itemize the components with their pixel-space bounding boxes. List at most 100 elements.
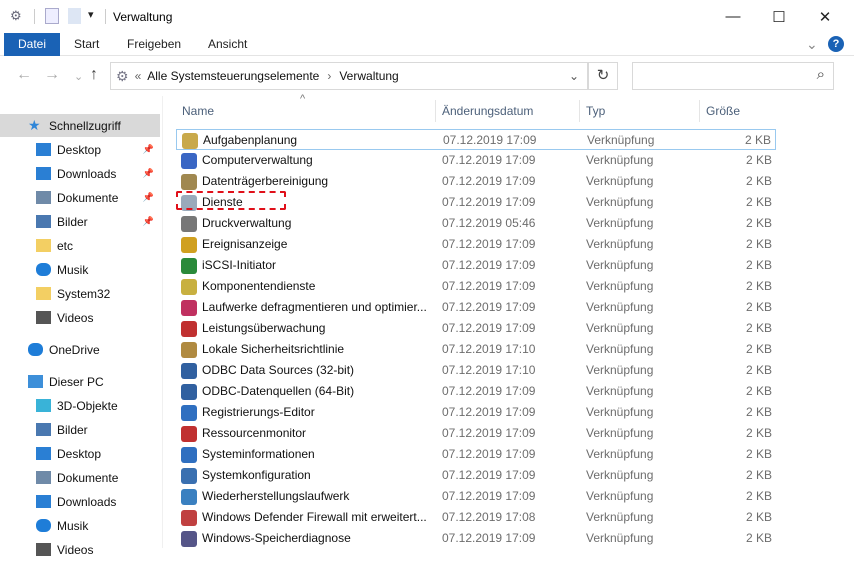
address-bar[interactable]: ⚙ « Alle Systemsteuerungselemente › Verw…: [110, 62, 588, 90]
file-date: 07.12.2019 17:09: [442, 279, 536, 293]
column-separator[interactable]: [699, 100, 700, 122]
file-size: 2 KB: [745, 237, 772, 251]
tab-freigeben[interactable]: Freigeben: [127, 33, 181, 56]
sidebar-item-label: Videos: [57, 542, 94, 557]
address-dropdown[interactable]: ⌄: [569, 69, 579, 83]
file-row[interactable]: Systeminformationen 07.12.2019 17:09 Ver…: [176, 444, 776, 465]
file-row[interactable]: Computerverwaltung 07.12.2019 17:09 Verk…: [176, 150, 776, 171]
shortcut-icon: [181, 363, 197, 379]
file-row[interactable]: Aufgabenplanung 07.12.2019 17:09 Verknüp…: [176, 129, 776, 150]
sidebar-item[interactable]: Dieser PC: [0, 370, 160, 393]
sidebar-item[interactable]: Bilder 📌: [0, 210, 160, 233]
file-size: 2 KB: [745, 321, 772, 335]
new-folder-icon[interactable]: [68, 8, 81, 24]
sidebar-item[interactable]: Musik: [0, 258, 160, 281]
sidebar-item[interactable]: Videos: [0, 538, 160, 561]
forward-button[interactable]: →: [44, 66, 60, 84]
column-separator[interactable]: [579, 100, 580, 122]
file-date: 07.12.2019 17:09: [442, 531, 536, 545]
file-row[interactable]: Wiederherstellungslaufwerk 07.12.2019 17…: [176, 486, 776, 507]
vertical-scrollbar[interactable]: [838, 96, 854, 548]
sidebar-item[interactable]: Downloads: [0, 490, 160, 513]
column-header-name[interactable]: Name: [182, 100, 214, 122]
file-name: Ressourcenmonitor: [202, 426, 307, 440]
control-panel-icon: ⚙: [10, 8, 22, 23]
column-header-size[interactable]: Größe: [706, 100, 740, 122]
sidebar-item-label: Bilder: [57, 214, 88, 229]
file-date: 07.12.2019 17:09: [442, 489, 536, 503]
breadcrumb-alle-systemsteuerungselemente[interactable]: Alle Systemsteuerungselemente: [147, 69, 319, 83]
file-row[interactable]: ODBC Data Sources (32-bit) 07.12.2019 17…: [176, 360, 776, 381]
column-header-date[interactable]: Änderungsdatum: [442, 100, 533, 122]
file-row[interactable]: Komponentendienste 07.12.2019 17:09 Verk…: [176, 276, 776, 297]
recent-locations-button[interactable]: ⌄: [74, 70, 83, 83]
properties-icon[interactable]: [45, 8, 59, 24]
file-row[interactable]: Laufwerke defragmentieren und optimier..…: [176, 297, 776, 318]
pin-icon[interactable]: 📌: [143, 144, 154, 155]
file-size: 2 KB: [744, 133, 771, 147]
back-button[interactable]: ←: [16, 66, 32, 84]
file-row[interactable]: ODBC-Datenquellen (64-Bit) 07.12.2019 17…: [176, 381, 776, 402]
sidebar-item[interactable]: etc: [0, 234, 160, 257]
file-row[interactable]: Ereignisanzeige 07.12.2019 17:09 Verknüp…: [176, 234, 776, 255]
file-name: Computerverwaltung: [202, 153, 313, 167]
sidebar-item[interactable]: System32: [0, 282, 160, 305]
file-row[interactable]: Lokale Sicherheitsrichtlinie 07.12.2019 …: [176, 339, 776, 360]
minimize-button[interactable]: —: [710, 0, 756, 33]
column-header-type[interactable]: Typ: [586, 100, 605, 122]
sidebar-item[interactable]: Musik: [0, 514, 160, 537]
expand-ribbon-icon[interactable]: ⌄: [806, 33, 818, 56]
file-date: 07.12.2019 17:10: [442, 342, 536, 356]
shortcut-icon: [181, 531, 197, 547]
file-name: Windows Defender Firewall mit erweitert.…: [202, 510, 427, 524]
pictures-icon: [36, 215, 51, 228]
shortcut-icon: [181, 321, 197, 337]
file-row[interactable]: Windows Defender Firewall mit erweitert.…: [176, 507, 776, 528]
file-row[interactable]: Ressourcenmonitor 07.12.2019 17:09 Verkn…: [176, 423, 776, 444]
sidebar-item[interactable]: Desktop 📌: [0, 138, 160, 161]
file-type: Verknüpfung: [586, 174, 654, 188]
shortcut-icon: [181, 258, 197, 274]
sidebar-item[interactable]: Videos: [0, 306, 160, 329]
sidebar-item[interactable]: Desktop: [0, 442, 160, 465]
file-row[interactable]: Druckverwaltung 07.12.2019 05:46 Verknüp…: [176, 213, 776, 234]
sidebar-item[interactable]: 3D-Objekte: [0, 394, 160, 417]
refresh-button[interactable]: ↻: [588, 62, 618, 90]
sidebar-item[interactable]: OneDrive: [0, 338, 160, 361]
breadcrumb-separator: ›: [327, 69, 332, 83]
sidebar-item-label: Desktop: [57, 446, 102, 461]
file-row[interactable]: Registrierungs-Editor 07.12.2019 17:09 V…: [176, 402, 776, 423]
sidebar-item-label: Musik: [57, 518, 89, 533]
up-button[interactable]: ↑: [90, 66, 98, 84]
pin-icon[interactable]: 📌: [143, 216, 154, 227]
sidebar-item[interactable]: Dokumente: [0, 466, 160, 489]
overflow-chevron[interactable]: «: [135, 69, 142, 83]
help-icon[interactable]: ?: [828, 36, 844, 52]
file-name: Aufgabenplanung: [203, 133, 298, 147]
file-date: 07.12.2019 17:10: [442, 363, 536, 377]
column-separator[interactable]: [435, 100, 436, 122]
file-row[interactable]: Leistungsüberwachung 07.12.2019 17:09 Ve…: [176, 318, 776, 339]
tab-ansicht[interactable]: Ansicht: [208, 33, 247, 56]
shortcut-icon: [181, 384, 197, 400]
pin-icon[interactable]: 📌: [143, 168, 154, 179]
sidebar-item[interactable]: Dokumente 📌: [0, 186, 160, 209]
sidebar-item[interactable]: Downloads 📌: [0, 162, 160, 185]
file-row[interactable]: Datenträgerbereinigung 07.12.2019 17:09 …: [176, 171, 776, 192]
maximize-button[interactable]: ☐: [756, 0, 802, 33]
tab-datei[interactable]: Datei: [4, 33, 61, 56]
tab-start[interactable]: Start: [74, 33, 99, 56]
customize-toolbar-icon[interactable]: ▾: [88, 8, 94, 26]
sort-indicator: ^: [300, 93, 306, 105]
breadcrumb-verwaltung[interactable]: Verwaltung: [339, 69, 398, 83]
search-input[interactable]: ⌕: [632, 62, 834, 90]
sidebar-item-label: Schnellzugriff: [49, 118, 121, 133]
sidebar-item[interactable]: ★ Schnellzugriff: [0, 114, 160, 137]
pin-icon[interactable]: 📌: [143, 192, 154, 203]
sidebar-item[interactable]: Bilder: [0, 418, 160, 441]
file-row[interactable]: iSCSI-Initiator 07.12.2019 17:09 Verknüp…: [176, 255, 776, 276]
file-row[interactable]: Windows-Speicherdiagnose 07.12.2019 17:0…: [176, 528, 776, 549]
pictures-icon: [36, 423, 51, 436]
close-button[interactable]: ✕: [802, 0, 848, 33]
file-row[interactable]: Systemkonfiguration 07.12.2019 17:09 Ver…: [176, 465, 776, 486]
